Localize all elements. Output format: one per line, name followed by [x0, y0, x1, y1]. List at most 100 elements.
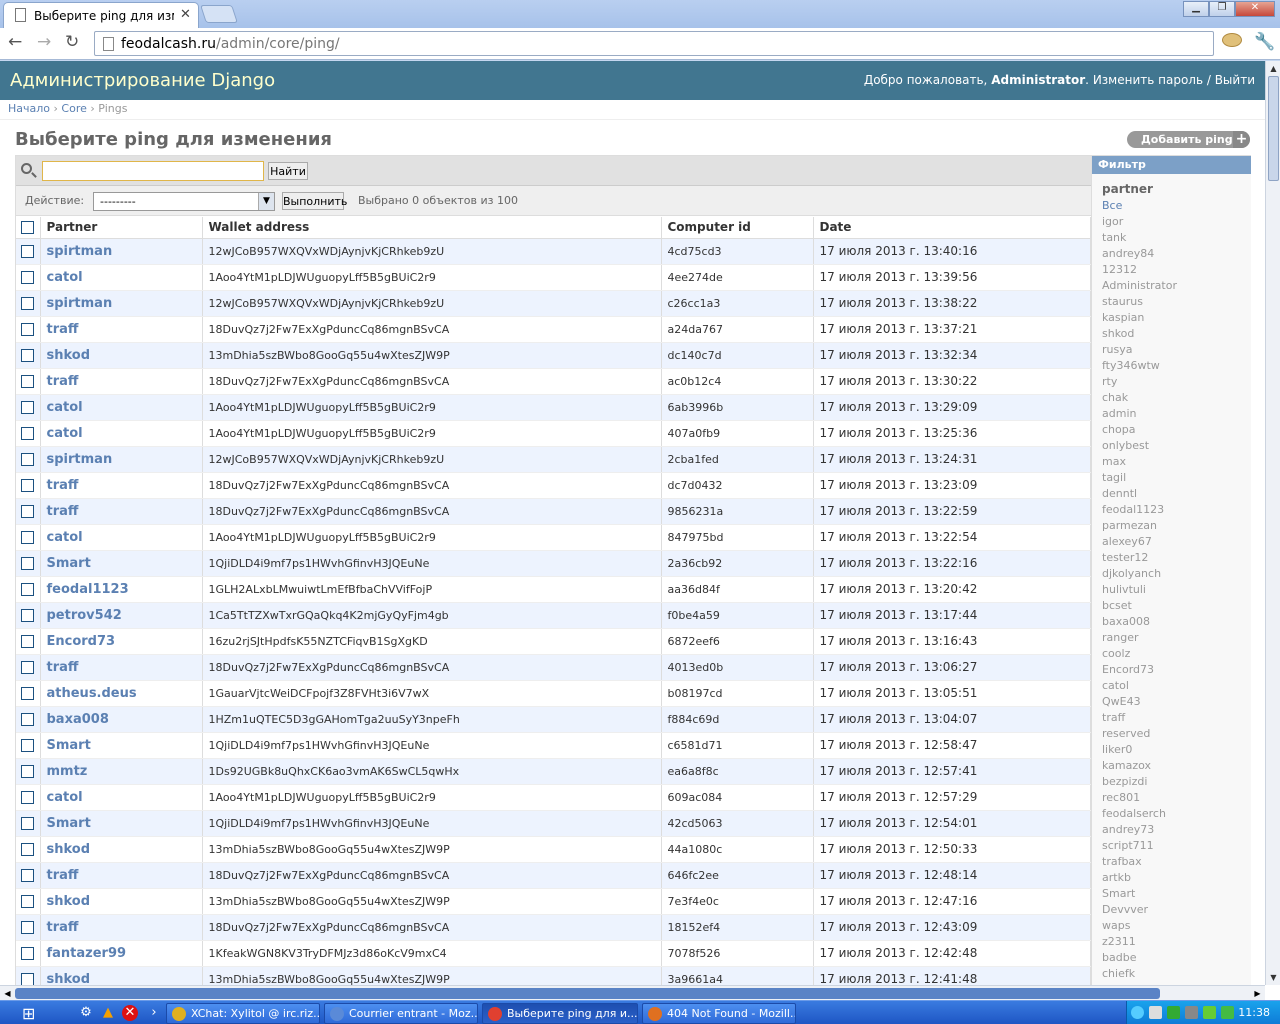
- row-checkbox[interactable]: [21, 556, 34, 570]
- table-row[interactable]: spirtman 12wJCoB957WXQVxWDjAynjvKjCRhkeb9…: [16, 290, 1091, 317]
- partner-link[interactable]: Encord73: [40, 628, 203, 655]
- scroll-thumb[interactable]: [1268, 76, 1279, 181]
- filter-item[interactable]: QwE43: [1102, 694, 1251, 710]
- filter-item[interactable]: bezpizdi: [1102, 774, 1251, 790]
- search-input[interactable]: [42, 161, 264, 181]
- tray-power-icon[interactable]: [1185, 1006, 1198, 1019]
- filter-item[interactable]: tagil: [1102, 470, 1251, 486]
- arrow-right-icon[interactable]: ▶: [1250, 986, 1265, 1001]
- partner-link[interactable]: traff: [40, 472, 203, 499]
- row-checkbox[interactable]: [21, 296, 34, 310]
- filter-item[interactable]: Encord73: [1102, 662, 1251, 678]
- row-checkbox[interactable]: [21, 270, 34, 284]
- row-checkbox[interactable]: [21, 920, 34, 934]
- arrow-up-icon[interactable]: ▲: [1266, 61, 1280, 76]
- filter-item[interactable]: Devvver: [1102, 902, 1251, 918]
- partner-link[interactable]: shkod: [40, 836, 203, 863]
- column-header-date[interactable]: Date: [813, 217, 1091, 239]
- partner-link[interactable]: catol: [40, 524, 203, 551]
- filter-item[interactable]: Все: [1102, 198, 1251, 214]
- table-row[interactable]: catol 1Aoo4YtM1pLDJWUguopyLff5B5gBUiC2r9 6…: [16, 394, 1091, 421]
- partner-link[interactable]: traff: [40, 316, 203, 343]
- row-checkbox[interactable]: [21, 660, 34, 674]
- tab-close-icon[interactable]: ✕: [180, 7, 191, 22]
- row-checkbox[interactable]: [21, 608, 34, 622]
- partner-link[interactable]: traff: [40, 498, 203, 525]
- filter-item[interactable]: artkb: [1102, 870, 1251, 886]
- add-ping-button[interactable]: Добавить ping +: [1127, 131, 1250, 148]
- task-xchat[interactable]: XChat: Xylitol @ irc.riz...: [166, 1003, 320, 1024]
- table-row[interactable]: shkod 13mDhia5szBWbo8GooGq55u4wXtesZJW9P 4…: [16, 836, 1091, 863]
- row-checkbox[interactable]: [21, 348, 34, 362]
- table-row[interactable]: traff 18DuvQz7j2Fw7ExXgPduncCq86mgnBSvCA 6…: [16, 862, 1091, 889]
- partner-link[interactable]: atheus.deus: [40, 680, 203, 707]
- filter-item[interactable]: reserved: [1102, 726, 1251, 742]
- row-checkbox[interactable]: [21, 816, 34, 830]
- filter-item[interactable]: djkolyanch: [1102, 566, 1251, 582]
- table-row[interactable]: feodal1123 1GLH2ALxbLMwuiwtLmEfBfbaChVVif…: [16, 576, 1091, 603]
- filter-item[interactable]: shkod: [1102, 326, 1251, 342]
- table-row[interactable]: petrov542 1Ca5TtTZXwTxrGQaQkq4K2mjGyQyFjm…: [16, 602, 1091, 629]
- partner-link[interactable]: mmtz: [40, 758, 203, 785]
- table-row[interactable]: catol 1Aoo4YtM1pLDJWUguopyLff5B5gBUiC2r9 8…: [16, 524, 1091, 551]
- scroll-thumb[interactable]: [15, 988, 1160, 999]
- column-header-computer-id[interactable]: Computer id: [661, 217, 814, 239]
- row-checkbox[interactable]: [21, 868, 34, 882]
- row-checkbox[interactable]: [21, 634, 34, 648]
- search-button[interactable]: Найти: [268, 162, 308, 180]
- row-checkbox[interactable]: [21, 478, 34, 492]
- filter-item[interactable]: rty: [1102, 374, 1251, 390]
- partner-link[interactable]: catol: [40, 264, 203, 291]
- filter-item[interactable]: Smart: [1102, 886, 1251, 902]
- partner-link[interactable]: shkod: [40, 342, 203, 369]
- tray-clover-icon[interactable]: [1203, 1006, 1216, 1019]
- row-checkbox[interactable]: [21, 686, 34, 700]
- extension-icon[interactable]: [1222, 33, 1242, 47]
- row-checkbox[interactable]: [21, 894, 34, 908]
- tray-arrow-icon[interactable]: [1131, 1006, 1144, 1019]
- partner-link[interactable]: petrov542: [40, 602, 203, 629]
- vlc-icon[interactable]: ▲: [100, 1005, 116, 1021]
- table-row[interactable]: baxa008 1HZm1uQTEC5D3gGAHomTga2uuSyY3npeF…: [16, 706, 1091, 733]
- filter-item[interactable]: chopa: [1102, 422, 1251, 438]
- breadcrumb-app[interactable]: Core: [61, 102, 86, 115]
- filter-item[interactable]: rec801: [1102, 790, 1251, 806]
- table-row[interactable]: Smart 1QjiDLD4i9mf7ps1HWvhGfinvH3JQEuNe c6…: [16, 732, 1091, 759]
- filter-item[interactable]: chak: [1102, 390, 1251, 406]
- filter-item[interactable]: Administrator: [1102, 278, 1251, 294]
- table-row[interactable]: mmtz 1Ds92UGBk8uQhxCK6ao3vmAK6SwCL5qwHx ea…: [16, 758, 1091, 785]
- arrow-down-icon[interactable]: ▼: [1266, 970, 1280, 985]
- filter-item[interactable]: kaspian: [1102, 310, 1251, 326]
- partner-link[interactable]: traff: [40, 862, 203, 889]
- table-row[interactable]: shkod 13mDhia5szBWbo8GooGq55u4wXtesZJW9P 3…: [16, 966, 1091, 985]
- filter-item[interactable]: chiefk: [1102, 966, 1251, 982]
- column-header-wallet[interactable]: Wallet address: [202, 217, 662, 239]
- forward-arrow-icon[interactable]: →: [37, 32, 51, 52]
- row-checkbox[interactable]: [21, 738, 34, 752]
- partner-link[interactable]: traff: [40, 914, 203, 941]
- filter-item[interactable]: staurus: [1102, 294, 1251, 310]
- row-checkbox[interactable]: [21, 374, 34, 388]
- table-row[interactable]: traff 18DuvQz7j2Fw7ExXgPduncCq86mgnBSvCA d…: [16, 472, 1091, 499]
- table-row[interactable]: traff 18DuvQz7j2Fw7ExXgPduncCq86mgnBSvCA 9…: [16, 498, 1091, 525]
- filter-item[interactable]: catol: [1102, 678, 1251, 694]
- row-checkbox[interactable]: [21, 712, 34, 726]
- filter-item[interactable]: kamazox: [1102, 758, 1251, 774]
- row-checkbox[interactable]: [21, 452, 34, 466]
- row-checkbox[interactable]: [21, 764, 34, 778]
- table-row[interactable]: spirtman 12wJCoB957WXQVxWDjAynjvKjCRhkeb9…: [16, 446, 1091, 473]
- table-row[interactable]: Smart 1QjiDLD4i9mf7ps1HWvhGfinvH3JQEuNe 42…: [16, 810, 1091, 837]
- table-row[interactable]: traff 18DuvQz7j2Fw7ExXgPduncCq86mgnBSvCA a…: [16, 316, 1091, 343]
- task-chrome[interactable]: Выберите ping для и...: [482, 1003, 638, 1024]
- table-row[interactable]: catol 1Aoo4YtM1pLDJWUguopyLff5B5gBUiC2r9 4…: [16, 264, 1091, 291]
- row-checkbox[interactable]: [21, 946, 34, 960]
- table-row[interactable]: catol 1Aoo4YtM1pLDJWUguopyLff5B5gBUiC2r9 6…: [16, 784, 1091, 811]
- row-checkbox[interactable]: [21, 790, 34, 804]
- filter-item[interactable]: coolz: [1102, 646, 1251, 662]
- back-arrow-icon[interactable]: ←: [8, 32, 22, 52]
- filter-item[interactable]: denntl: [1102, 486, 1251, 502]
- table-row[interactable]: fantazer99 1KfeakWGN8KV3TryDFMJz3d86oKcV9…: [16, 940, 1091, 967]
- run-action-button[interactable]: Выполнить: [282, 192, 347, 210]
- filter-item[interactable]: feodal1123: [1102, 502, 1251, 518]
- filter-item[interactable]: tester12: [1102, 550, 1251, 566]
